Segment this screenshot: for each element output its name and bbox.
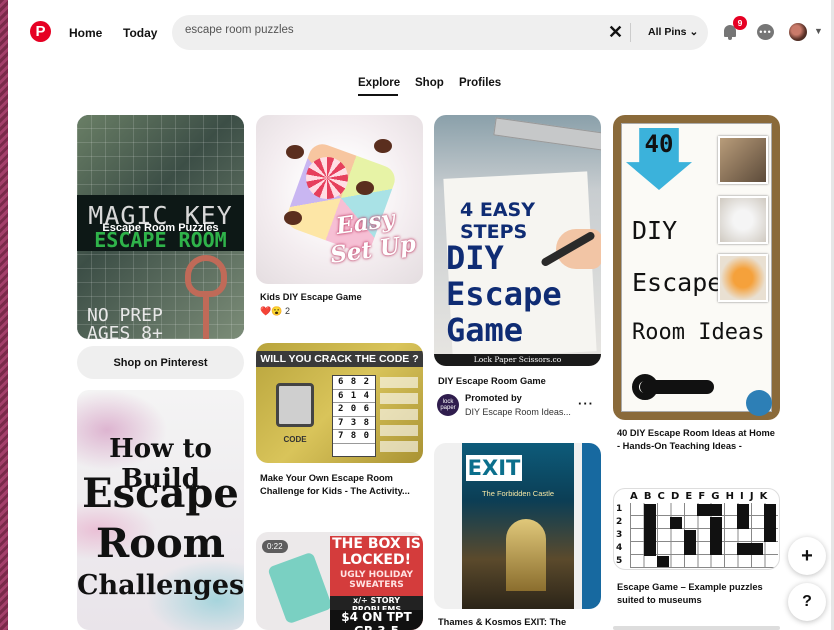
pin-image-40-ideas[interactable]: 40 DIY Escape Room Ideas: [613, 115, 780, 420]
pin-image-title: WILL YOU CRACK THE CODE ?: [256, 351, 423, 367]
more-options-icon[interactable]: ···: [578, 396, 594, 411]
code-row: 7 8 0: [333, 430, 375, 444]
pin-image-text: Challenges: [77, 570, 244, 601]
pin-image-box-locked[interactable]: 0:22 THE BOX IS LOCKED! UGLY HOLIDAY SWE…: [256, 532, 423, 630]
pin-image-text: Room: [96, 520, 225, 567]
clear-search-icon[interactable]: ✕: [608, 22, 623, 43]
grid-row-label: 2: [616, 517, 623, 527]
user-avatar[interactable]: [789, 23, 807, 41]
nav-home-link[interactable]: Home: [69, 26, 102, 40]
reaction-count: 2: [284, 306, 290, 316]
messages-icon[interactable]: •••: [757, 24, 774, 40]
pin-image-text: DIY: [446, 239, 504, 277]
pin-title[interactable]: DIY Escape Room Game: [438, 375, 598, 388]
pin-title[interactable]: Make Your Own Escape Room Challenge for …: [260, 472, 420, 497]
pin-image-text: $4 ON TPT GR 3-5: [330, 610, 423, 630]
pin-image-number: 40: [644, 130, 674, 158]
grid-column-headers: ABCDEFGHIJK: [630, 491, 774, 502]
code-row: 6 1 4: [333, 390, 375, 403]
pin-title[interactable]: Kids DIY Escape Game: [260, 291, 420, 304]
code-grid: 6 8 2 6 1 4 2 0 6 7 3 8 7 8 0: [332, 375, 376, 457]
pin-image-text: LOCKED!: [341, 552, 411, 568]
pin-image-text: Escape: [82, 470, 239, 517]
grid-row-label: 4: [616, 543, 623, 553]
promoter-name[interactable]: DIY Escape Room Ideas...: [465, 407, 571, 417]
create-plus-button[interactable]: +: [788, 537, 826, 575]
pin-image-subtitle: The Forbidden Castle: [481, 489, 555, 498]
code-row: 2 0 6: [333, 403, 375, 417]
chevron-down-icon: ⌄: [689, 26, 699, 38]
video-duration-badge: 0:22: [262, 540, 288, 553]
pin-image-text: THE BOX IS: [332, 536, 421, 552]
pin-image-text: Escape: [632, 268, 723, 297]
phone-illustration-icon: [267, 551, 333, 625]
promoted-label: Promoted by: [465, 393, 522, 403]
notification-count-badge: 9: [733, 16, 747, 30]
pin-image-kids-diy[interactable]: Easy Set Up: [256, 115, 423, 284]
search-divider: [630, 23, 631, 42]
tab-profiles[interactable]: Profiles: [459, 77, 501, 89]
help-button[interactable]: ?: [788, 583, 826, 621]
ruler-illustration-icon: [493, 117, 601, 151]
site-badge-icon: [746, 390, 772, 416]
code-row: 6 8 2: [333, 376, 375, 390]
puzzle-grid: [630, 503, 778, 568]
pin-image-credit: Lock Paper Scissors.co: [434, 354, 601, 366]
grid-row-label: 3: [616, 530, 623, 540]
pin-filter-dropdown[interactable]: All Pins ⌄: [648, 26, 698, 38]
promoter-avatar[interactable]: lock paper: [437, 394, 459, 416]
top-header: P Home Today ✕ All Pins ⌄ 9 ••• ▼: [8, 0, 831, 66]
lock-label: CODE: [283, 435, 307, 444]
nav-today-link[interactable]: Today: [123, 26, 157, 40]
pin-filter-label: All Pins: [648, 26, 687, 38]
reaction-icons: ❤️😮: [260, 306, 283, 316]
shop-on-pinterest-button[interactable]: Shop on Pinterest: [77, 346, 244, 379]
pin-image-text: Room Ideas: [632, 320, 765, 345]
pin-title[interactable]: Escape Game – Example puzzles suited to …: [617, 581, 779, 606]
pin-image-text: UGLY HOLIDAY SWEATERS: [339, 570, 414, 590]
pin-image-how-to-build[interactable]: How to Build Escape Room Challenges: [77, 390, 244, 630]
code-row: 7 3 8: [333, 417, 375, 430]
search-input[interactable]: [185, 24, 585, 36]
active-tab-underline: [358, 94, 398, 96]
pin-image-text: Escape: [446, 275, 562, 313]
search-tabs: Explore Shop Profiles: [0, 77, 834, 97]
pin-image-diy-escape-game[interactable]: 4 EASY STEPS DIY Escape Game Lock Paper …: [434, 115, 601, 366]
pin-image-partial[interactable]: [613, 626, 780, 630]
grid-row-label: 5: [616, 556, 623, 566]
pin-reactions: ❤️😮 2: [260, 306, 290, 317]
pin-overlay-label: Escape Room Puzzles: [102, 222, 219, 234]
pin-image-text: Game: [446, 311, 524, 349]
pin-image-escape-grid[interactable]: ABCDEFGHIJK 1 2 3 4 5: [613, 488, 780, 570]
grid-row-headers: 1 2 3 4 5: [616, 503, 622, 568]
pin-image-tag: NO PREP AGES 8+: [87, 307, 163, 340]
pinterest-logo-icon[interactable]: P: [30, 21, 51, 42]
tab-explore[interactable]: Explore: [358, 77, 400, 89]
tab-shop[interactable]: Shop: [415, 77, 444, 89]
pin-image-text: DIY: [632, 216, 678, 245]
door-illustration-icon: [506, 519, 546, 591]
grid-row-label: 1: [616, 504, 623, 514]
pin-title[interactable]: Thames & Kosmos EXIT: The: [438, 616, 598, 629]
lollipop-icon: [306, 157, 348, 199]
padlock-icon: [276, 383, 314, 427]
account-chevron-down-icon[interactable]: ▼: [814, 26, 823, 36]
pin-image-logo: EXIT: [466, 455, 522, 481]
pin-title[interactable]: 40 DIY Escape Room Ideas at Home - Hands…: [617, 427, 779, 452]
pin-image-magic-key[interactable]: MAGIC KEY ESCAPE ROOM Escape Room Puzzle…: [77, 115, 244, 339]
pin-image-tag-line: AGES 8+: [87, 323, 163, 340]
pin-image-exit-game[interactable]: EXIT The Forbidden Castle: [434, 443, 601, 609]
pin-image-crack-code[interactable]: WILL YOU CRACK THE CODE ? CODE 6 8 2 6 1…: [256, 343, 423, 463]
key-illustration-icon: [185, 255, 227, 297]
search-bar[interactable]: ✕ All Pins ⌄: [172, 15, 708, 50]
